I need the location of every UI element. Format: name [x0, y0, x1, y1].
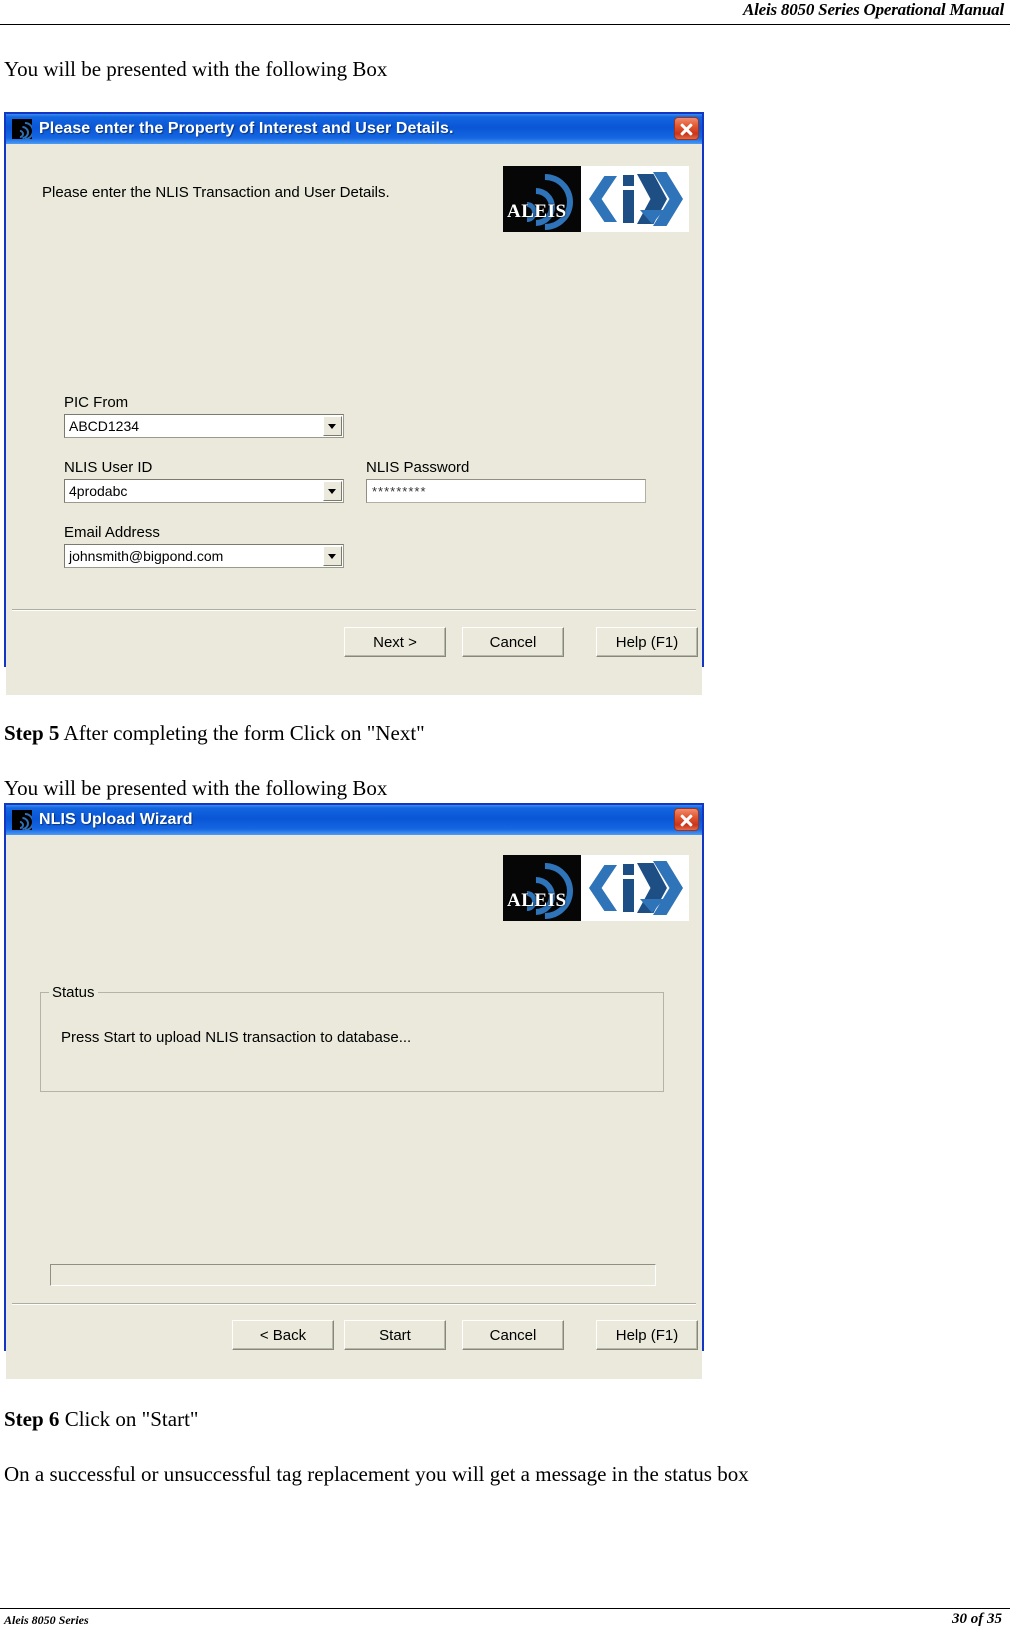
dialog2-titlebar: NLIS Upload Wizard: [6, 805, 702, 835]
id-logo-mark: [581, 855, 689, 921]
nlis-user-id-value: 4prodabc: [69, 483, 128, 499]
id-logo-mark: [581, 166, 689, 232]
dialog1-button-divider: [12, 609, 696, 611]
close-icon[interactable]: [674, 117, 699, 140]
pic-from-value: ABCD1234: [69, 418, 140, 434]
pic-from-combobox[interactable]: ABCD1234: [64, 414, 344, 438]
nlis-password-value: *********: [372, 483, 427, 499]
step-5-text: After completing the form Click on "Next…: [59, 721, 425, 745]
cancel-button[interactable]: Cancel: [462, 627, 564, 657]
aleis-logo-text: ALEIS: [507, 201, 567, 222]
dialog1-title: Please enter the Property of Interest an…: [39, 120, 454, 137]
footer-left-text: Aleis 8050 Series: [4, 1613, 89, 1627]
step-6-text: Click on "Start": [59, 1407, 199, 1431]
dialog1-instruction: Please enter the NLIS Transaction and Us…: [42, 184, 390, 201]
footer-page-number: 30 of 35: [952, 1611, 1002, 1627]
dialog1-titlebar: Please enter the Property of Interest an…: [6, 114, 702, 144]
aleis-app-icon: [12, 810, 32, 830]
intro-paragraph-2: You will be presented with the following…: [4, 776, 388, 800]
back-button[interactable]: < Back: [232, 1320, 334, 1350]
start-button[interactable]: Start: [344, 1320, 446, 1350]
page-header: Aleis 8050 Series Operational Manual: [0, 0, 1010, 26]
nlis-password-label: NLIS Password: [366, 459, 470, 476]
dialog2-title: NLIS Upload Wizard: [39, 811, 193, 828]
step-5-label: Step 5: [4, 721, 60, 745]
dialog-nlis-upload-wizard: NLIS Upload Wizard ALEIS Status Press St…: [4, 803, 704, 1379]
close-icon[interactable]: [674, 808, 699, 831]
help-button[interactable]: Help (F1): [596, 1320, 698, 1350]
dialog1-body: Please enter the NLIS Transaction and Us…: [6, 144, 702, 695]
page-footer-divider: [0, 1608, 1010, 1609]
step-6-paragraph: Step 6 Click on "Start": [4, 1406, 199, 1432]
pic-from-label: PIC From: [64, 394, 129, 411]
dialog2-button-divider: [12, 1303, 696, 1305]
email-address-value: johnsmith@bigpond.com: [69, 548, 224, 564]
aleis-logo-mark: ALEIS: [503, 166, 581, 232]
intro-paragraph-1: You will be presented with the following…: [4, 57, 388, 81]
step-6-label: Step 6: [4, 1407, 60, 1431]
chevron-down-icon[interactable]: [323, 546, 342, 566]
step-5-paragraph: Step 5 After completing the form Click o…: [4, 720, 425, 746]
aleis-app-icon: [12, 119, 32, 139]
help-button[interactable]: Help (F1): [596, 627, 698, 657]
dialog-property-user-details: Please enter the Property of Interest an…: [4, 112, 704, 695]
email-address-combobox[interactable]: johnsmith@bigpond.com: [64, 544, 344, 568]
aleis-id-logo: ALEIS: [503, 855, 689, 921]
status-message: Press Start to upload NLIS transaction t…: [61, 1029, 412, 1046]
page-header-divider: [0, 24, 1010, 25]
aleis-id-logo: ALEIS: [503, 166, 689, 232]
nlis-password-input[interactable]: *********: [366, 479, 646, 503]
aleis-logo-text: ALEIS: [507, 890, 567, 911]
status-groupbox-label: Status: [49, 984, 98, 1001]
email-address-label: Email Address: [64, 524, 160, 541]
page-header-title: Aleis 8050 Series Operational Manual: [742, 0, 1004, 19]
cancel-button[interactable]: Cancel: [462, 1320, 564, 1350]
dialog2-body: ALEIS Status Press Start to upload NLIS …: [6, 835, 702, 1379]
next-button[interactable]: Next >: [344, 627, 446, 657]
chevron-down-icon[interactable]: [323, 416, 342, 436]
closing-paragraph: On a successful or unsuccessful tag repl…: [4, 1462, 749, 1486]
status-groupbox: Status Press Start to upload NLIS transa…: [40, 984, 664, 1092]
nlis-user-id-combobox[interactable]: 4prodabc: [64, 479, 344, 503]
nlis-user-id-label: NLIS User ID: [64, 459, 153, 476]
upload-progress-bar: [50, 1264, 656, 1286]
chevron-down-icon[interactable]: [323, 481, 342, 501]
aleis-logo-mark: ALEIS: [503, 855, 581, 921]
